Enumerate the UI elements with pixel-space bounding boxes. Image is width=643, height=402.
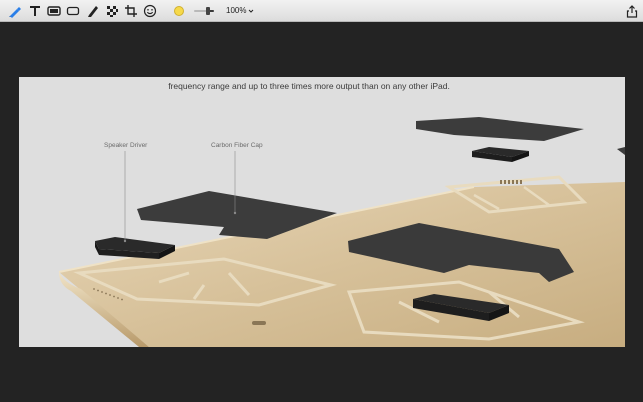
toolbar: 100% xyxy=(0,0,643,22)
carbon-fiber-cap-top xyxy=(416,117,584,141)
smiley-icon xyxy=(143,4,157,18)
speaker-driver-top xyxy=(472,147,529,162)
shape-tool-button[interactable] xyxy=(65,3,81,19)
zoom-dropdown[interactable]: 100% xyxy=(226,4,254,18)
select-tool-button[interactable] xyxy=(7,3,23,19)
pixelate-icon xyxy=(107,6,118,17)
document-caption: frequency range and up to three times mo… xyxy=(168,81,450,91)
callout-carbon-fiber-cap: Carbon Fiber Cap xyxy=(211,142,263,149)
pen-tool-button[interactable] xyxy=(85,3,101,19)
share-icon xyxy=(626,4,638,18)
ipad-speaker-illustration xyxy=(58,117,625,347)
callout-speaker-driver: Speaker Driver xyxy=(104,142,148,149)
color-swatch[interactable] xyxy=(174,6,184,16)
text-icon xyxy=(30,6,40,16)
highlight-tool-button[interactable] xyxy=(46,3,62,19)
speaker-driver xyxy=(95,237,175,259)
arrow-pen-icon xyxy=(9,7,21,18)
share-button[interactable] xyxy=(624,3,640,19)
emoji-tool-button[interactable] xyxy=(142,3,158,19)
crop-tool-button[interactable] xyxy=(123,3,139,19)
chevron-down-icon xyxy=(249,9,254,13)
pixelate-tool-button[interactable] xyxy=(104,3,120,19)
crop-icon xyxy=(125,5,137,17)
document-image[interactable]: frequency range and up to three times mo… xyxy=(19,77,625,347)
highlight-icon xyxy=(47,6,61,16)
pen-icon xyxy=(88,6,98,17)
text-tool-button[interactable] xyxy=(27,3,43,19)
rectangle-icon xyxy=(66,6,80,16)
slider-knob[interactable] xyxy=(206,7,210,15)
stroke-width-slider[interactable] xyxy=(194,7,214,15)
zoom-value: 100% xyxy=(226,6,247,15)
